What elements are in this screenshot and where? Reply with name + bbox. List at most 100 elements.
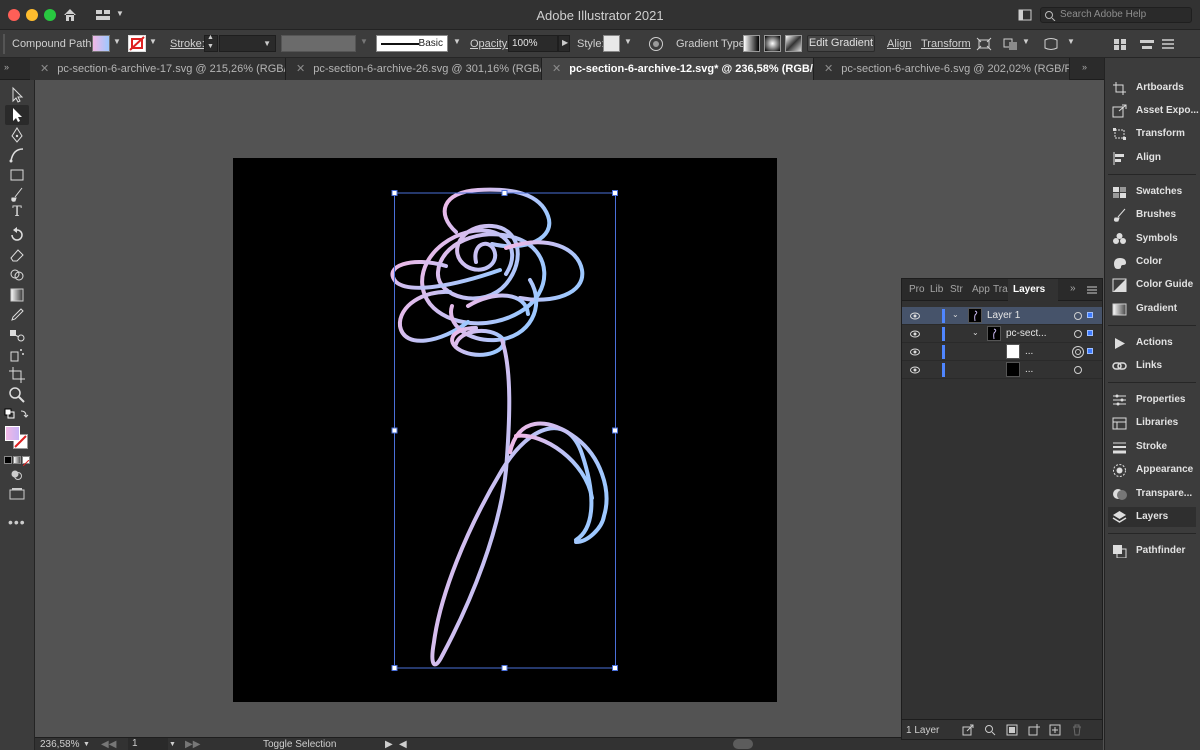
rose-line-artwork[interactable] — [380, 180, 630, 680]
tab-libraries[interactable]: Lib — [930, 284, 943, 295]
eyedropper-tool-icon[interactable] — [8, 306, 26, 324]
stroke-weight-stepper[interactable]: ▲ ▼ — [204, 34, 218, 52]
chevron-down-icon[interactable]: ▼ — [360, 37, 368, 46]
chevron-down-icon[interactable]: ▼ — [453, 37, 461, 46]
distribute-icon[interactable] — [1139, 37, 1155, 51]
layer-name[interactable]: Layer 1 — [987, 310, 1020, 321]
status-menu-icon[interactable]: ▶ — [385, 739, 393, 750]
curvature-tool-icon[interactable] — [8, 146, 26, 164]
none-mode-button[interactable] — [22, 456, 30, 467]
chevron-down-icon[interactable]: ▼ — [624, 37, 632, 46]
visibility-eye-icon[interactable] — [910, 347, 920, 357]
dock-item-stroke[interactable]: Stroke — [1108, 437, 1196, 457]
tab-layers[interactable]: Layers — [1008, 279, 1058, 301]
dock-item-brushes[interactable]: Brushes — [1108, 205, 1196, 225]
envelope-distort-icon[interactable] — [1043, 37, 1059, 51]
panel-menu-icon[interactable] — [1087, 286, 1097, 294]
export-icon[interactable] — [962, 724, 974, 736]
dock-item-asset-export[interactable]: Asset Expo... — [1108, 101, 1199, 121]
rotate-tool-icon[interactable] — [8, 226, 26, 244]
visibility-eye-icon[interactable] — [910, 329, 920, 339]
dock-item-layers[interactable]: Layers — [1108, 507, 1196, 527]
recolor-artwork-icon[interactable] — [648, 36, 664, 52]
dock-item-transparency[interactable]: Transpare... — [1108, 484, 1196, 504]
selection-indicator-icon[interactable] — [1087, 312, 1093, 318]
dock-item-artboards[interactable]: Artboards — [1108, 78, 1196, 98]
type-tool-icon[interactable]: T — [8, 204, 26, 222]
locate-object-icon[interactable] — [984, 724, 996, 736]
chevron-down-icon[interactable]: ▼ — [83, 741, 90, 748]
chevron-down-icon[interactable]: ▼ — [263, 39, 271, 48]
paintbrush-tool-icon[interactable] — [8, 186, 26, 204]
panel-menu-icon[interactable] — [1160, 37, 1176, 51]
expand-chevron-icon[interactable]: ⌄ — [972, 328, 979, 337]
tab-appearance[interactable]: App — [972, 284, 990, 295]
new-sublayer-icon[interactable] — [1028, 724, 1040, 736]
scroll-left-icon[interactable]: ◀ — [399, 739, 407, 750]
transform-link[interactable]: Transform — [921, 38, 971, 50]
selection-indicator-icon[interactable] — [1087, 348, 1093, 354]
document-tab[interactable]: ✕ pc-section-6-archive-6.svg @ 202,02% (R… — [814, 58, 1070, 80]
screen-mode-icon[interactable] — [8, 487, 26, 501]
expand-chevron-icon[interactable]: ⌄ — [952, 310, 959, 319]
visibility-eye-icon[interactable] — [910, 365, 920, 375]
default-colors-icon[interactable] — [4, 408, 30, 422]
variable-width-profile[interactable] — [281, 35, 356, 52]
color-mode-button[interactable] — [4, 456, 12, 464]
dock-item-properties[interactable]: Properties — [1108, 390, 1196, 410]
dock-item-transform[interactable]: Transform — [1108, 124, 1196, 144]
opacity-input[interactable]: 100% — [508, 35, 558, 52]
dock-item-pathfinder[interactable]: Pathfinder — [1108, 541, 1196, 561]
chevron-down-icon[interactable]: ▼ — [1067, 37, 1075, 46]
target-icon[interactable] — [1074, 366, 1082, 374]
chevron-down-icon[interactable]: ▼ — [169, 741, 176, 748]
tab-stroke[interactable]: Str — [950, 284, 963, 295]
dock-item-gradient[interactable]: Gradient — [1108, 299, 1196, 319]
target-icon[interactable] — [1074, 312, 1082, 320]
chevron-down-icon[interactable]: ▼ — [149, 37, 157, 46]
control-bar-grip[interactable] — [3, 34, 5, 54]
dock-item-libraries[interactable]: Libraries — [1108, 413, 1196, 433]
tab-properties[interactable]: Pro — [909, 284, 925, 295]
radial-gradient-button[interactable] — [764, 35, 781, 52]
document-tab-active[interactable]: ✕ pc-section-6-archive-12.svg* @ 236,58% … — [542, 58, 814, 80]
linear-gradient-button[interactable] — [743, 35, 760, 52]
dock-item-swatches[interactable]: Swatches — [1108, 182, 1196, 202]
chevron-down-icon[interactable]: ▼ — [113, 37, 121, 46]
layer-row[interactable]: ⌄ Layer 1 — [902, 307, 1102, 325]
last-artboard-icon[interactable]: ▶▶ — [185, 739, 200, 750]
dock-item-links[interactable]: Links — [1108, 356, 1196, 376]
stroke-weight-input[interactable]: ▼ — [219, 35, 276, 52]
eraser-tool-icon[interactable] — [8, 246, 26, 264]
trash-icon[interactable] — [1071, 724, 1083, 736]
stepper-down-icon[interactable]: ▼ — [207, 43, 214, 50]
dock-item-appearance[interactable]: Appearance — [1108, 460, 1196, 480]
horizontal-scrollbar-thumb[interactable] — [733, 739, 753, 749]
isolate-object-icon[interactable] — [976, 37, 992, 51]
graphic-style-swatch[interactable] — [603, 35, 620, 52]
fill-color-swatch[interactable] — [5, 426, 20, 441]
opacity-popup-button[interactable]: ▶ — [558, 35, 570, 52]
edit-toolbar-icon[interactable]: ••• — [8, 514, 26, 530]
stroke-label[interactable]: Stroke: — [170, 38, 205, 50]
close-tab-icon[interactable]: ✕ — [552, 63, 561, 75]
zoom-tool-icon[interactable] — [8, 386, 26, 404]
layer-row[interactable]: ... — [902, 343, 1102, 361]
symbol-sprayer-tool-icon[interactable] — [8, 346, 26, 364]
blend-tool-icon[interactable] — [8, 326, 26, 344]
shape-mode-icon[interactable] — [1003, 37, 1019, 51]
dock-item-symbols[interactable]: Symbols — [1108, 229, 1196, 249]
collapse-panel-icon[interactable]: » — [1070, 283, 1076, 294]
dock-item-actions[interactable]: Actions — [1108, 333, 1196, 353]
align-link[interactable]: Align — [887, 38, 911, 50]
collapse-toolbar-icon[interactable]: » — [4, 62, 9, 72]
dock-item-color[interactable]: Color — [1108, 252, 1196, 272]
gradient-mode-button[interactable] — [13, 456, 21, 464]
layer-row[interactable]: ⌄ pc-sect... — [902, 325, 1102, 343]
dock-item-color-guide[interactable]: Color Guide — [1108, 275, 1196, 295]
layer-name[interactable]: ... — [1025, 346, 1033, 357]
tab-overflow-icon[interactable]: » — [1082, 62, 1087, 72]
zoom-level[interactable]: 236,58% — [40, 739, 79, 750]
first-artboard-icon[interactable]: ◀◀ — [101, 739, 116, 750]
stroke-swatch[interactable] — [128, 35, 146, 52]
